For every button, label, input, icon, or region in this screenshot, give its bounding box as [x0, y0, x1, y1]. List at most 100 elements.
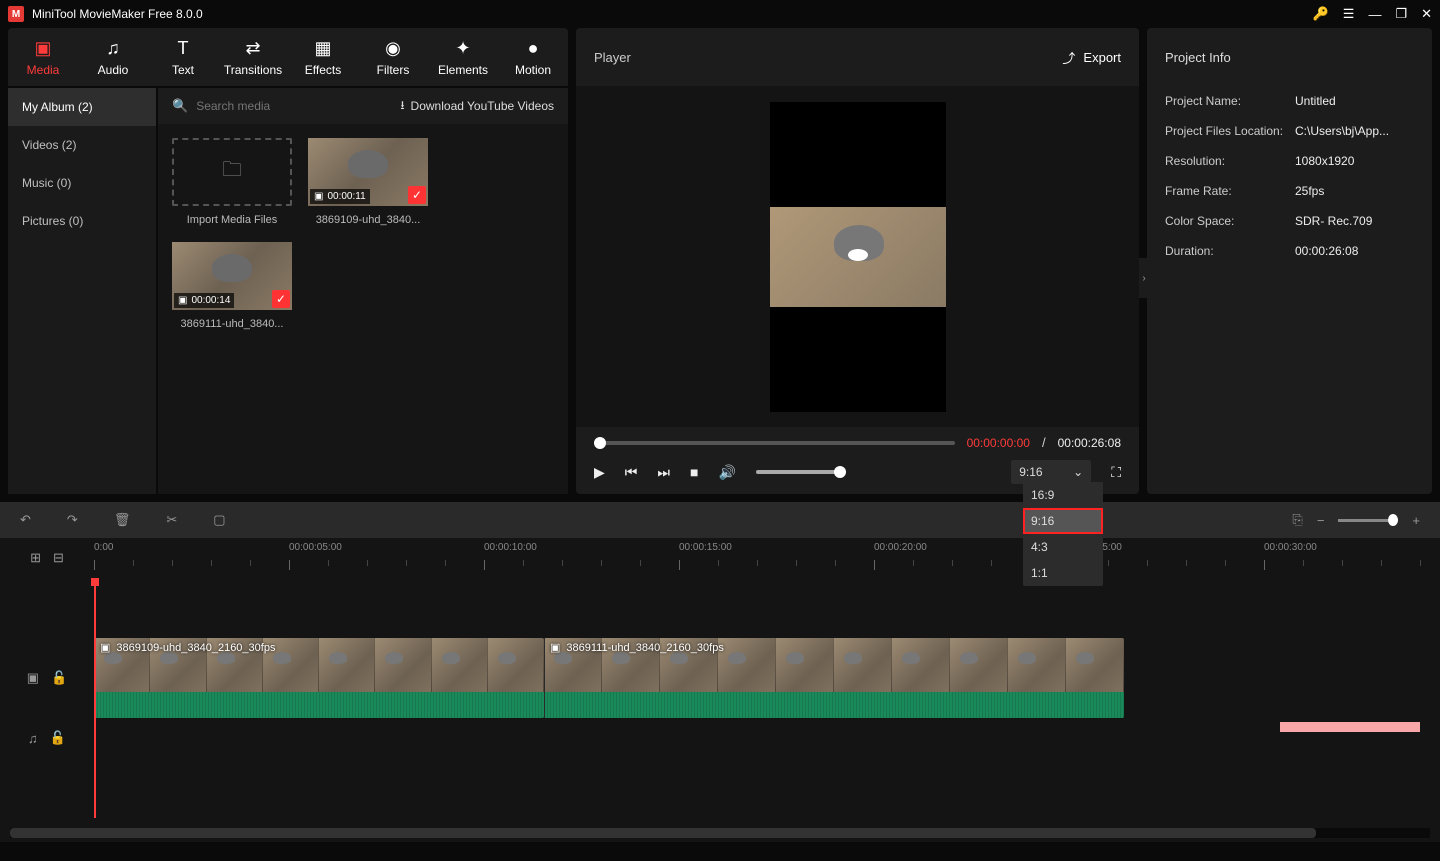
checkmark-icon: ✓ [408, 186, 426, 204]
chevron-down-icon: ⌄ [1073, 465, 1083, 479]
library-tabs: ▣Media ♫Audio TText ⇄Transitions ▦Effect… [8, 28, 568, 86]
export-icon: ⤴ [1062, 48, 1075, 67]
timeline-toolbar: ↶ ↷ 🗑 ✂ ▢ ⎘ − + [0, 502, 1440, 538]
watermark-indicator [1280, 722, 1420, 732]
cat-pictures[interactable]: Pictures (0) [8, 202, 156, 240]
player-label: Player [594, 50, 1062, 65]
project-info-panel: › Project Info Project Name:Untitled Pro… [1147, 28, 1432, 494]
video-track-icon: ▣ [27, 670, 39, 686]
search-icon: 🔍 [172, 98, 188, 114]
aspect-ratio-select[interactable]: 9:16 ⌄ [1011, 460, 1091, 484]
undo-button[interactable]: ↶ [20, 512, 31, 528]
redo-button[interactable]: ↷ [67, 512, 78, 528]
clip-icon: ▣ [100, 641, 110, 654]
checkmark-icon: ✓ [272, 290, 290, 308]
zoom-in-button[interactable]: + [1412, 513, 1420, 528]
folder-icon: 🗀 [222, 155, 242, 189]
zoom-slider[interactable] [1338, 519, 1398, 522]
text-icon: T [178, 38, 189, 59]
time-duration: 00:00:26:08 [1058, 436, 1121, 450]
aspect-option-16-9[interactable]: 16:9 [1023, 482, 1103, 508]
app-title: MiniTool MovieMaker Free 8.0.0 [32, 7, 1313, 21]
tab-filters[interactable]: ◉Filters [358, 28, 428, 86]
player-panel: Player ⤴Export 00:00:00:00 / 00:00:26:08… [576, 28, 1139, 494]
project-info-title: Project Info [1147, 28, 1432, 86]
tab-motion[interactable]: ●Motion [498, 28, 568, 86]
timeline-ruler[interactable]: ⊞ ⊟ 0:0000:00:05:0000:00:10:0000:00:15:0… [0, 538, 1440, 578]
tab-audio[interactable]: ♫Audio [78, 28, 148, 86]
cat-music[interactable]: Music (0) [8, 164, 156, 202]
lock-track-button[interactable]: 🔓 [51, 670, 67, 686]
cat-my-album[interactable]: My Album (2) [8, 88, 156, 126]
filters-icon: ◉ [385, 38, 401, 59]
close-button[interactable]: ✕ [1421, 6, 1432, 22]
folder-icon: ▣ [34, 38, 51, 59]
add-track-button[interactable]: ⊞ [30, 550, 41, 566]
menu-icon[interactable]: ☰ [1343, 6, 1355, 22]
crop-button[interactable]: ▢ [213, 512, 225, 528]
media-item[interactable]: ▣00:00:11 ✓ 3869109-uhd_3840... [308, 138, 428, 226]
download-youtube-button[interactable]: ⭳Download YouTube Videos [400, 96, 554, 117]
title-bar: M MiniTool MovieMaker Free 8.0.0 🔑 ☰ — ❐… [0, 0, 1440, 28]
timeline-scrollbar[interactable] [10, 828, 1430, 838]
minimize-button[interactable]: — [1368, 7, 1381, 22]
tab-transitions[interactable]: ⇄Transitions [218, 28, 288, 86]
download-icon: ⭳ [400, 96, 404, 117]
import-media-button[interactable]: 🗀 Import Media Files [172, 138, 292, 226]
maximize-button[interactable]: ❐ [1395, 6, 1407, 22]
video-icon: ▣ [314, 191, 323, 202]
fullscreen-button[interactable]: ⛶ [1111, 464, 1121, 481]
fit-timeline-button[interactable]: ⎘ [1292, 512, 1302, 528]
aspect-option-1-1[interactable]: 1:1 [1023, 560, 1103, 586]
timeline-clip[interactable]: ▣3869109-uhd_3840_2160_30fps [94, 638, 544, 718]
play-button[interactable]: ▶ [594, 464, 605, 481]
audio-track: ♫ 🔓 [0, 718, 1440, 758]
volume-icon[interactable]: 🔊 [718, 464, 735, 481]
music-note-icon: ♫ [106, 38, 120, 59]
volume-slider[interactable] [756, 470, 846, 474]
preview-viewport[interactable] [576, 86, 1139, 427]
aspect-ratio-menu: 16:9 9:16 4:3 1:1 [1023, 482, 1103, 586]
tab-media[interactable]: ▣Media [8, 28, 78, 86]
next-frame-button[interactable]: ⏭ [657, 464, 670, 481]
elements-icon: ✦ [455, 38, 470, 59]
framerate-value: 25fps [1295, 184, 1414, 198]
time-current: 00:00:00:00 [967, 436, 1030, 450]
upgrade-key-icon[interactable]: 🔑 [1313, 6, 1329, 22]
track-manager-button[interactable]: ⊟ [53, 550, 64, 566]
media-item[interactable]: ▣00:00:14 ✓ 3869111-uhd_3840... [172, 242, 292, 330]
cat-videos[interactable]: Videos (2) [8, 126, 156, 164]
timeline-clip[interactable]: ▣3869111-uhd_3840_2160_30fps [544, 638, 1124, 718]
search-input[interactable] [196, 99, 392, 113]
delete-button[interactable]: 🗑 [114, 512, 131, 528]
split-button[interactable]: ✂ [166, 512, 177, 528]
zoom-out-button[interactable]: − [1317, 513, 1325, 528]
tab-effects[interactable]: ▦Effects [288, 28, 358, 86]
lock-track-button[interactable]: 🔓 [50, 730, 66, 746]
timeline-tracks: ▣ 🔓 ▣3869109-uhd_3840_2160_30fps ▣386911… [0, 578, 1440, 828]
library-panel: ▣Media ♫Audio TText ⇄Transitions ▦Effect… [8, 28, 568, 494]
app-logo-icon: M [8, 6, 24, 22]
colorspace-value: SDR- Rec.709 [1295, 214, 1414, 228]
stop-button[interactable]: ■ [690, 464, 698, 480]
timeline-panel: ↶ ↷ 🗑 ✂ ▢ ⎘ − + ⊞ ⊟ 0:0000:00:05:0000:00… [0, 502, 1440, 842]
playhead[interactable] [94, 578, 96, 818]
transitions-icon: ⇄ [245, 38, 260, 59]
aspect-option-4-3[interactable]: 4:3 [1023, 534, 1103, 560]
aspect-option-9-16[interactable]: 9:16 [1023, 508, 1103, 534]
video-icon: ▣ [178, 295, 187, 306]
seek-slider[interactable] [594, 441, 955, 445]
media-grid: 🗀 Import Media Files ▣00:00:11 ✓ 3869109… [158, 124, 568, 494]
collapse-info-button[interactable]: › [1139, 258, 1149, 298]
category-list: My Album (2) Videos (2) Music (0) Pictur… [8, 88, 158, 494]
duration-value: 00:00:26:08 [1295, 244, 1414, 258]
tab-elements[interactable]: ✦Elements [428, 28, 498, 86]
project-name-value: Untitled [1295, 94, 1414, 108]
export-button[interactable]: ⤴Export [1062, 48, 1121, 67]
preview-frame [770, 102, 946, 412]
music-note-icon: ♫ [28, 731, 38, 746]
prev-frame-button[interactable]: ⏮ [625, 464, 638, 481]
motion-icon: ● [528, 38, 539, 59]
tab-text[interactable]: TText [148, 28, 218, 86]
resolution-value: 1080x1920 [1295, 154, 1414, 168]
